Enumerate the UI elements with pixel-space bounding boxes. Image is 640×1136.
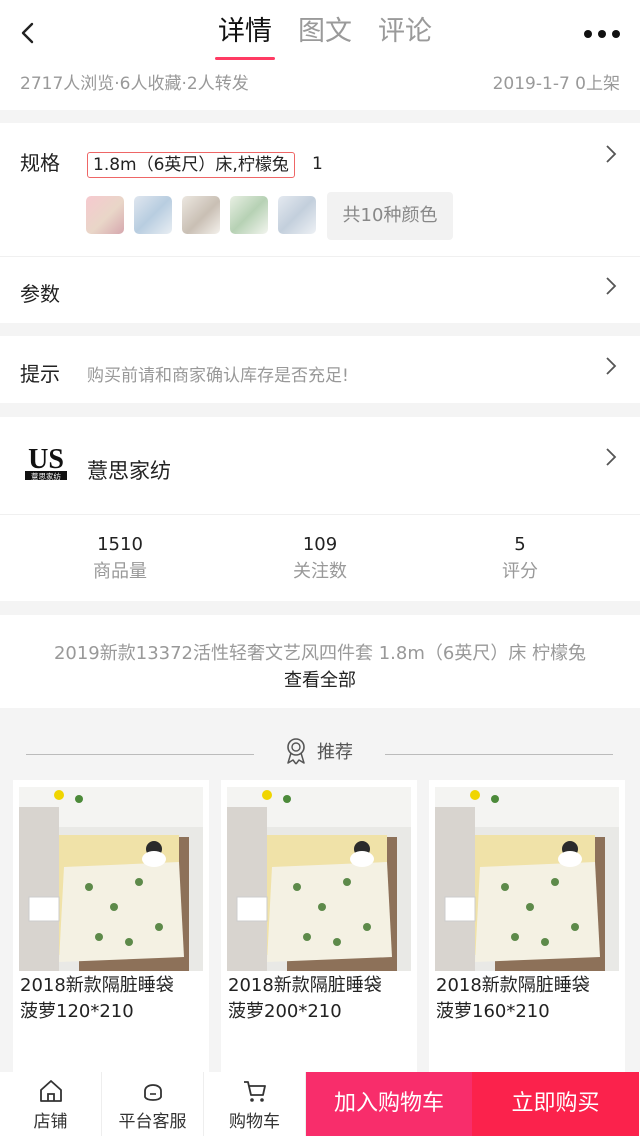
product-title-line1: 2018新款隔脏睡袋: [20, 975, 174, 996]
service-nav-label: 平台客服: [118, 1112, 187, 1132]
product-title-line2: 菠萝160*210: [436, 1001, 550, 1022]
service-nav-button[interactable]: 平台客服: [102, 1072, 204, 1136]
spec-quantity: 1: [312, 154, 323, 174]
shopping-cart-icon: [243, 1081, 266, 1102]
listing-date: 2019-1-7 0上架: [492, 74, 620, 94]
metric-followers: 109 关注数: [240, 534, 400, 583]
color-swatch[interactable]: [278, 196, 316, 234]
metric-label: 评分: [502, 561, 538, 582]
tab-reviews[interactable]: 评论: [365, 14, 445, 58]
tip-label: 提示: [20, 362, 60, 386]
bottom-action-bar: 店铺 平台客服 购物车 加入购物车 立即购买: [0, 1072, 640, 1136]
back-chevron-icon[interactable]: [14, 16, 44, 50]
buy-now-button[interactable]: 立即购买: [472, 1072, 639, 1136]
product-card[interactable]: 2018新款隔脏睡袋 菠萝160*210: [429, 780, 625, 1080]
divider: [0, 514, 640, 515]
award-ribbon-icon: [287, 738, 305, 765]
store-logo: US 薏思家纺: [22, 442, 70, 482]
description-card: 2019新款13372活性轻奢文艺风四件套 1.8m（6英尺）床 柠檬兔 查看全…: [0, 615, 640, 708]
selected-spec-chip[interactable]: 1.8m（6英尺）床,柠檬兔: [87, 152, 295, 178]
metric-label: 关注数: [293, 561, 347, 582]
cart-nav-label: 购物车: [229, 1112, 280, 1132]
tab-graphics[interactable]: 图文: [285, 14, 365, 58]
customer-service-icon: [143, 1084, 162, 1101]
color-swatch[interactable]: [182, 196, 220, 234]
store-nav-label: 店铺: [33, 1112, 68, 1132]
more-dots-icon[interactable]: [584, 30, 620, 38]
color-swatch[interactable]: [86, 196, 124, 234]
store-logo-mark: US 薏思家纺: [25, 444, 67, 481]
product-title-line1: 2018新款隔脏睡袋: [228, 975, 382, 996]
view-all-link[interactable]: 查看全部: [0, 666, 640, 692]
store-nav-button[interactable]: 店铺: [0, 1072, 102, 1136]
recommend-header: 推荐: [0, 735, 640, 765]
metric-rating: 5 评分: [440, 534, 600, 583]
product-image[interactable]: [435, 787, 619, 971]
recommended-products: 2018新款隔脏睡袋 菠萝120*210 2018新款隔脏睡袋 菠萝200*21…: [13, 780, 625, 1080]
store-card: US 薏思家纺 薏思家纺 1510 商品量 109 关注数 5 评分: [0, 417, 640, 601]
chevron-right-icon[interactable]: [604, 144, 618, 164]
divider: [0, 256, 640, 257]
detail-tabs: 详情 图文 评论: [205, 14, 445, 60]
recommend-label: 推荐: [317, 742, 353, 763]
top-header: 详情 图文 评论 2717人浏览·6人收藏·2人转发 2019-1-7 0上架: [0, 0, 640, 110]
color-swatch[interactable]: [134, 196, 172, 234]
svg-text:US: US: [28, 444, 64, 475]
metric-value: 5: [514, 534, 526, 555]
product-title: 2018新款隔脏睡袋 菠萝120*210: [19, 973, 203, 1025]
params-label[interactable]: 参数: [20, 278, 60, 307]
cart-nav-button[interactable]: 购物车: [204, 1072, 306, 1136]
metric-label: 商品量: [93, 561, 147, 582]
divider-line: [385, 754, 613, 755]
chevron-right-icon[interactable]: [604, 356, 618, 376]
tab-details[interactable]: 详情: [205, 14, 285, 60]
product-title-line2: 菠萝200*210: [228, 1001, 342, 1022]
color-swatches: [86, 196, 316, 234]
description-title: 2019新款13372活性轻奢文艺风四件套 1.8m（6英尺）床 柠檬兔: [53, 643, 587, 664]
color-swatch[interactable]: [230, 196, 268, 234]
add-to-cart-button[interactable]: 加入购物车: [306, 1072, 472, 1136]
product-image[interactable]: [227, 787, 411, 971]
spec-label: 规格: [20, 151, 60, 175]
product-title-line2: 菠萝120*210: [20, 1001, 134, 1022]
divider-line: [26, 754, 254, 755]
spec-card: 规格 1.8m（6英尺）床,柠檬兔 1 共10种颜色 参数: [0, 123, 640, 323]
metric-products: 1510 商品量: [40, 534, 200, 583]
svg-text:薏思家纺: 薏思家纺: [31, 471, 61, 481]
tip-text: 购买前请和商家确认库存是否充足!: [87, 366, 349, 386]
view-stats: 2717人浏览·6人收藏·2人转发: [20, 74, 249, 94]
chevron-right-icon[interactable]: [604, 276, 618, 296]
product-card[interactable]: 2018新款隔脏睡袋 菠萝200*210: [221, 780, 417, 1080]
product-title: 2018新款隔脏睡袋 菠萝200*210: [227, 973, 411, 1025]
metric-value: 1510: [97, 534, 143, 555]
chevron-right-icon[interactable]: [604, 447, 618, 467]
product-title: 2018新款隔脏睡袋 菠萝160*210: [435, 973, 619, 1025]
all-colors-button[interactable]: 共10种颜色: [327, 192, 453, 240]
product-title-line1: 2018新款隔脏睡袋: [436, 975, 590, 996]
home-icon: [39, 1080, 62, 1102]
product-image[interactable]: [19, 787, 203, 971]
recommend-title: 推荐: [283, 737, 353, 765]
tip-card: 提示 购买前请和商家确认库存是否充足!: [0, 336, 640, 403]
product-card[interactable]: 2018新款隔脏睡袋 菠萝120*210: [13, 780, 209, 1080]
store-name[interactable]: 薏思家纺: [87, 455, 171, 485]
metric-value: 109: [302, 534, 338, 555]
